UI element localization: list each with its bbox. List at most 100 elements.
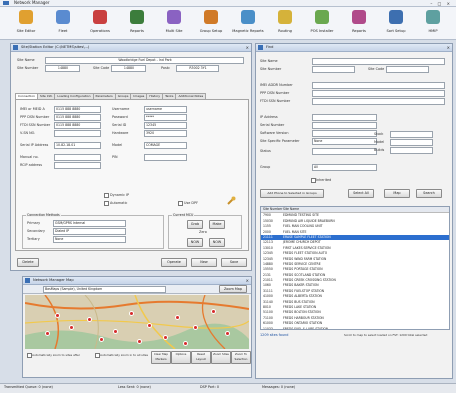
find-field-input[interactable] [312,114,377,121]
map-button[interactable]: Map [384,189,410,198]
field-input[interactable] [54,130,101,137]
connection-label: Tertiary [27,237,40,241]
map-marker-icon[interactable] [45,331,50,336]
field-input[interactable]: 0115 888 8880 [54,106,101,113]
find-field-input[interactable]: None [312,138,377,145]
postcode-field[interactable]: R3002 3Y1 [176,65,219,72]
field-input[interactable] [54,154,101,161]
use-dpf-checkbox[interactable] [178,201,183,206]
column-header-site-number[interactable]: Site Number [263,207,282,212]
new-button[interactable]: New [191,258,217,267]
field-input[interactable]: ***** [144,114,187,121]
close-icon[interactable]: × [447,44,450,51]
map-button-zoom-to-selection[interactable]: Zoom To Selection [231,351,251,364]
map-marker-icon[interactable] [129,311,134,316]
toolbar-button-hmip[interactable]: HMIP [411,10,455,38]
field-input[interactable]: 10.82.18.01 [54,142,101,149]
results-list[interactable]: Site Number Site Name 7900 EDMUND TESTING… [260,206,450,330]
field-input[interactable]: username [144,106,187,113]
map-marker-icon[interactable] [87,317,92,322]
status-port: DSP Port: 0 [200,385,219,389]
field-input[interactable]: 3920 [144,130,187,137]
map-marker-icon[interactable] [163,335,168,340]
map-button-clear-map-markers[interactable]: Clear Map Markers [151,351,171,364]
map-marker-icon[interactable] [137,339,142,344]
find-field-input[interactable] [312,98,445,105]
map-marker-icon[interactable] [225,331,230,336]
map-marker-icon[interactable] [193,325,198,330]
field-input[interactable] [144,154,187,161]
map-button-options[interactable]: Options [171,351,191,364]
connection-select[interactable]: None [53,236,126,243]
map-marker-icon[interactable] [147,323,152,328]
wrench-icon[interactable] [226,196,236,206]
map-marker-icon[interactable] [55,313,60,318]
site-code-field[interactable] [386,66,429,73]
dynamic-ip-checkbox[interactable] [104,193,109,198]
field-input[interactable]: 12345 [144,122,187,129]
auto-zoom-after-label: Automatically zoom to sites after [32,353,80,357]
zoom-map-button[interactable]: Zoom Map [219,285,247,293]
map-button-reset-layout[interactable]: Reset Layout [191,351,211,364]
map-marker-icon[interactable] [211,309,216,314]
window-controls[interactable]: – □ × [430,1,452,6]
connection-select[interactable]: Dialed IP [53,228,126,235]
find-field-input[interactable] [312,66,355,73]
column-header-site-name[interactable]: Site Name [283,207,299,212]
delete-button[interactable]: Delete [17,258,39,267]
find-field-input[interactable] [312,90,445,97]
map-marker-icon[interactable] [113,329,118,334]
window-icon [13,45,18,50]
sort-setup-icon [389,10,403,24]
find-field-input[interactable]: All [312,164,377,171]
grab-button[interactable]: Grab [187,220,203,229]
save-button[interactable]: Save [221,258,247,267]
field-input[interactable] [54,162,101,169]
model-field[interactable] [390,139,433,146]
site-name-field[interactable]: Woodbridge Fuel Depot - Ind Park [45,57,244,64]
app-icon [3,1,9,5]
connection-select[interactable]: GSM/GPRS Internal [53,220,126,227]
find-field-label: IMEI ADDR Number [260,83,293,87]
now-button-2[interactable]: NOW [209,238,225,247]
field-input[interactable]: COMAGE [144,142,187,149]
map-button-zoom-sites[interactable]: Zoom Sites [211,351,231,364]
map-titlebar: Network Manager Map × [23,277,251,285]
builds-field[interactable] [390,147,433,154]
find-field-input[interactable] [312,58,445,65]
routing-icon [278,10,292,24]
close-icon[interactable]: × [246,277,249,284]
automatic-checkbox[interactable] [104,201,109,206]
select-all-button[interactable]: Select All [348,189,374,198]
inherited-label: Inherited [316,178,332,182]
field-input[interactable]: 0115 888 8880 [54,114,101,121]
map-marker-icon[interactable] [183,341,188,346]
list-item[interactable]: 11033 FREDS FUEL & LUBE STATION [261,327,449,329]
make-button[interactable]: Make [209,220,225,229]
stock-field[interactable] [390,131,433,138]
search-button[interactable]: Search [416,189,442,198]
map-marker-icon[interactable] [175,315,180,320]
now-button-1[interactable]: NOW [187,238,203,247]
find-field-input[interactable] [312,82,445,89]
address-field[interactable]: BasMaps (Sample), United Kingdom [43,286,166,293]
automatic-label: Automatic [110,201,128,205]
field-label: Password [112,115,128,119]
field-label: RCIP address [20,163,42,167]
map-marker-icon[interactable] [69,325,74,330]
find-field-input[interactable] [312,122,377,129]
site-editor-icon [19,10,33,24]
map-view[interactable] [24,294,250,350]
find-field-label: Software Version [260,131,289,135]
close-icon[interactable]: × [246,44,249,51]
site-code-field[interactable]: 14880 [111,65,146,72]
connection-label: Secondary [27,229,45,233]
site-number-field[interactable]: 14880 [45,65,80,72]
field-label: PPP DSN Number [20,115,50,119]
map-marker-icon[interactable] [99,337,104,342]
find-field-input[interactable] [312,130,377,137]
field-input[interactable]: 0115 888 8880 [54,122,101,129]
find-field-input[interactable] [312,148,377,155]
operate-button[interactable]: Operate [161,258,187,267]
add-phone-button[interactable]: Add Phone to Selected in Groups [260,189,324,198]
